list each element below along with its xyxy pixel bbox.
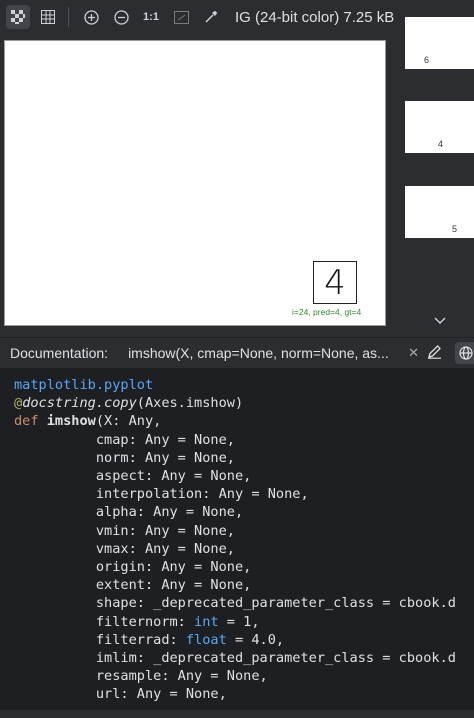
bottom-status-bar	[0, 710, 474, 718]
decorator-at: @	[14, 395, 23, 412]
code-line: alpha: Any = None,	[14, 504, 244, 521]
image-preview-canvas[interactable]: 4 i=24, pred=4, gt=4	[4, 40, 386, 326]
edit-source-button[interactable]	[427, 344, 442, 362]
actual-size-label: 1:1	[143, 11, 159, 23]
code-line: = 1,	[218, 613, 260, 630]
chevron-down-icon[interactable]	[434, 314, 446, 328]
zoom-in-button[interactable]	[79, 5, 103, 29]
function-name: imshow	[46, 413, 96, 430]
code-line: aspect: Any = None,	[14, 468, 252, 485]
module-link[interactable]: matplotlib.pyplot	[14, 377, 153, 393]
chessboard-toggle-button[interactable]	[6, 5, 30, 29]
code-line: url: Any = None,	[14, 686, 227, 703]
code-line: interpolation: Any = None,	[14, 486, 309, 503]
documentation-header: Documentation: imshow(X, cmap=None, norm…	[0, 337, 474, 368]
documentation-code: matplotlib.pyplot @docstring.copy(Axes.i…	[0, 368, 474, 710]
code-line: cmap: Any = None,	[14, 431, 235, 448]
type-link[interactable]: int	[194, 614, 219, 630]
code-line: norm: Any = None,	[14, 449, 235, 466]
thumbnail-digit: 5	[452, 224, 458, 234]
decorator-args: (Axes.imshow)	[136, 395, 244, 412]
prediction-caption: i=24, pred=4, gt=4	[292, 307, 362, 317]
image-toolbar: 1:1 IG (24-bit color) 7.25 kB	[0, 0, 474, 34]
code-line: vmax: Any = None,	[14, 540, 235, 557]
thumbnail-2[interactable]: 4	[405, 101, 474, 153]
thumbnail-digit: 4	[438, 139, 444, 149]
digit-glyph: 4	[324, 262, 346, 303]
fit-to-window-icon	[173, 10, 189, 24]
fit-zoom-button[interactable]	[169, 5, 193, 29]
grid-toggle-button[interactable]	[36, 5, 60, 29]
code-line: origin: Any = None,	[14, 559, 252, 576]
code-line: filterrad:	[14, 631, 186, 648]
chessboard-icon	[11, 10, 25, 24]
thumbnail-strip: 6 4 5	[404, 0, 474, 340]
open-external-docs-button[interactable]	[455, 342, 474, 364]
grid-icon	[41, 10, 55, 24]
code-line: imlim: _deprecated_parameter_class = cbo…	[14, 650, 456, 667]
def-keyword: def	[14, 413, 39, 430]
actual-size-button[interactable]: 1:1	[139, 5, 163, 29]
zoom-in-icon	[83, 9, 99, 25]
thumbnail-1[interactable]: 6	[405, 17, 474, 69]
code-line: vmin: Any = None,	[14, 522, 235, 539]
thumbnail-3[interactable]: 5	[405, 186, 474, 238]
code-line: resample: Any = None,	[14, 668, 268, 685]
code-line: = 4.0,	[226, 631, 285, 648]
thumbnail-digit: 6	[424, 55, 430, 65]
toolbar-divider	[68, 7, 69, 27]
decorator-name: docstring.copy	[22, 395, 137, 412]
documentation-label: Documentation:	[10, 345, 109, 361]
documentation-tab[interactable]: imshow(X, cmap=None, norm=None, as...	[128, 345, 406, 361]
zoom-out-button[interactable]	[109, 5, 133, 29]
digit-image: 4	[313, 261, 357, 304]
code-line: (X: Any,	[95, 413, 162, 430]
code-line: filternorm:	[14, 613, 195, 630]
image-file-info: IG (24-bit color) 7.25 kB	[235, 8, 395, 26]
code-line: extent: Any = None,	[14, 577, 252, 594]
color-picker-button[interactable]	[199, 5, 223, 29]
zoom-out-icon	[113, 9, 129, 25]
eyedropper-icon	[205, 10, 218, 23]
code-line: shape: _deprecated_parameter_class = cbo…	[14, 595, 456, 612]
close-icon[interactable]: ✕	[408, 345, 419, 361]
globe-icon	[459, 346, 473, 360]
type-link[interactable]: float	[186, 632, 227, 648]
pencil-icon	[427, 345, 441, 359]
